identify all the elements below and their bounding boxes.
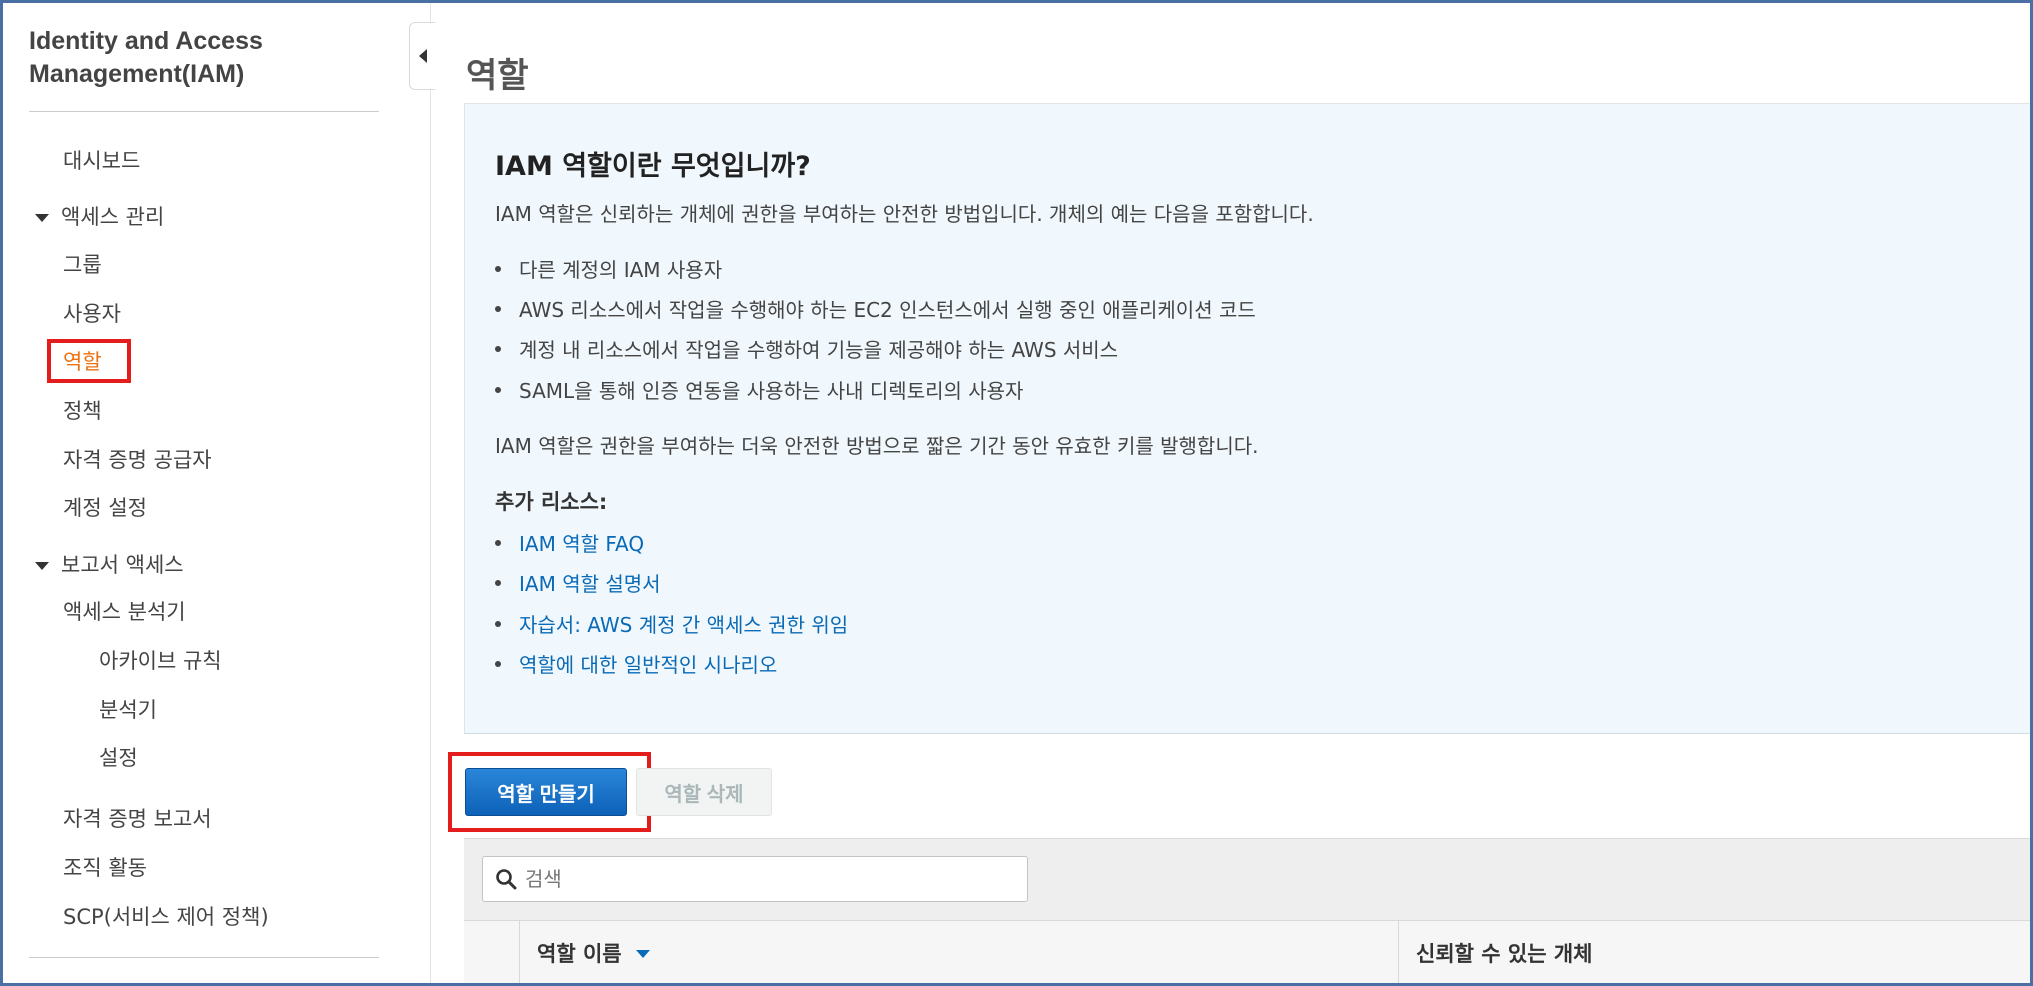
bullet-icon — [495, 305, 501, 312]
sidebar-section-access-management[interactable]: 액세스 관리 — [35, 203, 164, 231]
sidebar-item-users[interactable]: 사용자 — [63, 300, 121, 328]
info-heading: IAM 역할이란 무엇입니까? — [495, 151, 811, 182]
resource-link-item: IAM 역할 설명서 — [495, 568, 661, 597]
sidebar-item-policies[interactable]: 정책 — [63, 397, 102, 425]
table-header: 역할 이름 신뢰할 수 있는 개체 — [464, 920, 2033, 984]
info-intro: IAM 역할은 신뢰하는 개체에 권한을 부여하는 안전한 방법입니다. 개체의… — [495, 202, 1314, 226]
info-panel: IAM 역할이란 무엇입니까? IAM 역할은 신뢰하는 개체에 권한을 부여하… — [464, 104, 2033, 734]
list-item: AWS 리소스에서 작업을 수행해야 하는 EC2 인스턴스에서 실행 중인 애… — [495, 294, 1256, 323]
column-header-role-name[interactable]: 역할 이름 — [537, 921, 650, 984]
sidebar-item-organization-activity[interactable]: 조직 활동 — [63, 854, 147, 882]
list-item: SAML을 통해 인증 연동을 사용하는 사내 디렉토리의 사용자 — [495, 375, 1023, 404]
bullet-icon — [495, 265, 501, 272]
resources-heading: 추가 리소스: — [495, 490, 608, 514]
sidebar-section-label: 보고서 액세스 — [61, 553, 184, 577]
column-header-trusted-entities[interactable]: 신뢰할 수 있는 개체 — [1416, 921, 1593, 984]
sidebar-collapse-button[interactable] — [409, 22, 435, 90]
sidebar-item-groups[interactable]: 그룹 — [63, 251, 102, 279]
list-item: 계정 내 리소스에서 작업을 수행하여 기능을 제공해야 하는 AWS 서비스 — [495, 334, 1118, 363]
page-title: 역할 — [466, 56, 529, 96]
sidebar-item-identity-providers[interactable]: 자격 증명 공급자 — [63, 446, 212, 474]
sidebar-divider — [29, 957, 379, 958]
sidebar-item-account-settings[interactable]: 계정 설정 — [63, 494, 147, 522]
sidebar-item-archive-rules[interactable]: 아카이브 규칙 — [99, 647, 222, 675]
sidebar-item-credential-report[interactable]: 자격 증명 보고서 — [63, 805, 212, 833]
sidebar-section-access-reports[interactable]: 보고서 액세스 — [35, 551, 184, 579]
column-divider — [519, 921, 520, 984]
sidebar: Identity and Access Management(IAM) 대시보드… — [3, 3, 431, 983]
sidebar-item-scp[interactable]: SCP(서비스 제어 정책) — [63, 903, 269, 931]
link-tutorial-cross-account[interactable]: 자습서: AWS 계정 간 액세스 권한 위임 — [519, 609, 848, 638]
bullet-icon — [495, 345, 501, 352]
delete-role-button[interactable]: 역할 삭제 — [636, 768, 772, 816]
link-iam-roles-faq[interactable]: IAM 역할 FAQ — [519, 528, 644, 557]
sidebar-item-access-analyzer[interactable]: 액세스 분석기 — [63, 598, 186, 626]
bullet-icon — [495, 660, 501, 667]
link-iam-roles-docs[interactable]: IAM 역할 설명서 — [519, 568, 661, 597]
caret-down-icon — [35, 562, 49, 570]
sidebar-item-analyzer-settings[interactable]: 설정 — [99, 744, 138, 772]
link-common-scenarios[interactable]: 역할에 대한 일반적인 시나리오 — [519, 649, 777, 678]
resource-link-item: 역할에 대한 일반적인 시나리오 — [495, 649, 777, 678]
sidebar-item-roles[interactable]: 역할 — [63, 348, 102, 376]
bullet-icon — [495, 539, 501, 546]
resource-link-item: 자습서: AWS 계정 간 액세스 권한 위임 — [495, 609, 848, 638]
sidebar-item-dashboard[interactable]: 대시보드 — [63, 147, 140, 175]
create-role-button[interactable]: 역할 만들기 — [465, 768, 627, 816]
bullet-icon — [495, 386, 501, 393]
caret-left-icon — [418, 49, 427, 63]
sort-descending-icon[interactable] — [635, 950, 650, 958]
caret-down-icon — [35, 214, 49, 222]
sidebar-section-label: 액세스 관리 — [61, 205, 165, 229]
bullet-icon — [495, 579, 501, 586]
search-input[interactable] — [525, 867, 1005, 891]
list-item: 다른 계정의 IAM 사용자 — [495, 254, 722, 283]
sidebar-title[interactable]: Identity and Access Management(IAM) — [29, 25, 389, 91]
info-summary: IAM 역할은 권한을 부여하는 더욱 안전한 방법으로 짧은 기간 동안 유효… — [495, 434, 1259, 458]
search-icon — [496, 869, 517, 890]
column-divider — [1398, 921, 1399, 984]
search-field[interactable] — [482, 856, 1028, 902]
bullet-icon — [495, 620, 501, 627]
resource-link-item: IAM 역할 FAQ — [495, 528, 644, 557]
sidebar-item-analyzers[interactable]: 분석기 — [99, 696, 157, 724]
table-toolbar — [464, 838, 2033, 920]
sidebar-divider — [29, 111, 379, 112]
